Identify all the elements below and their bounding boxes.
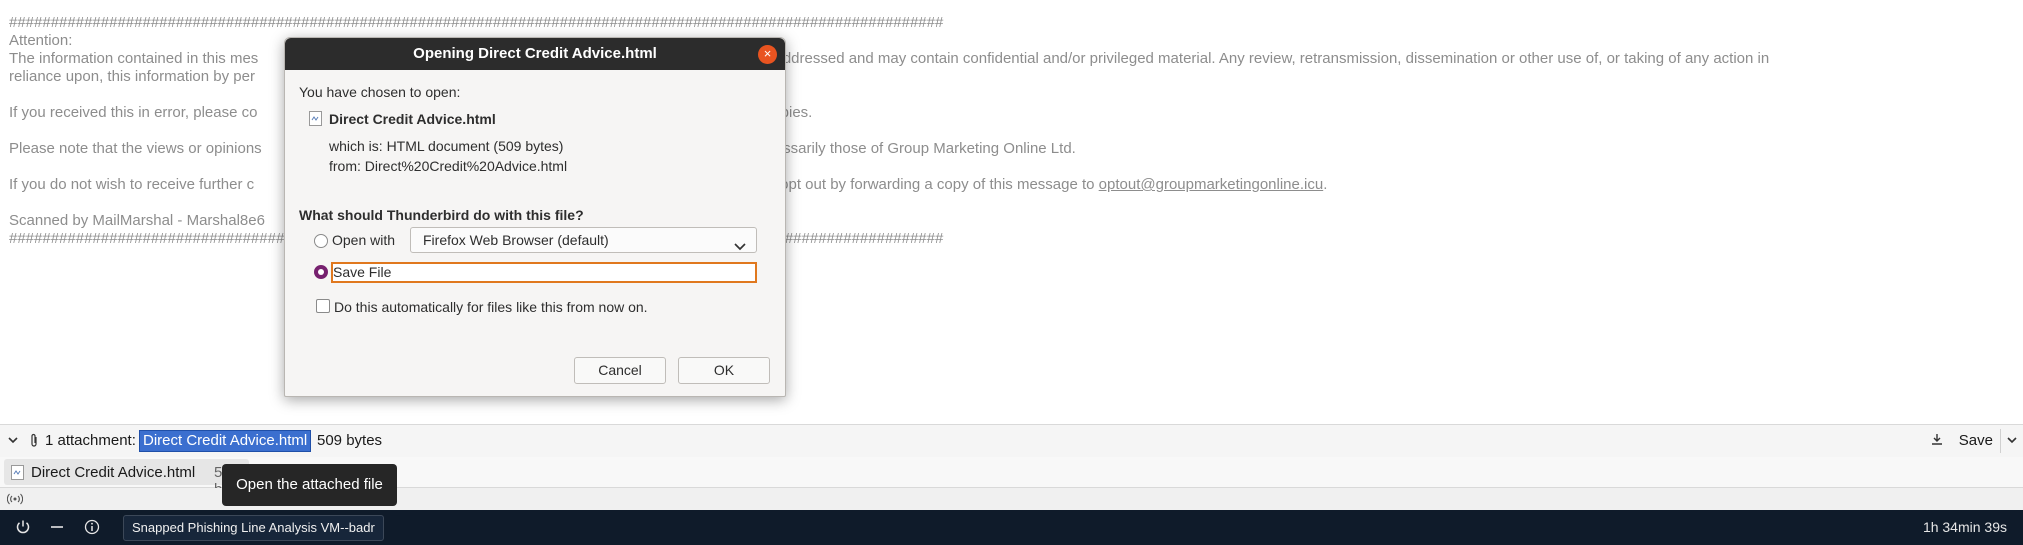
body-text: necessarily those of Group Marketing Onl… bbox=[750, 140, 1076, 157]
attachment-item-name: Direct Credit Advice.html bbox=[31, 464, 196, 481]
open-file-dialog: Opening Direct Credit Advice.html × You … bbox=[284, 37, 786, 397]
paperclip-icon bbox=[29, 433, 39, 452]
activity-icon[interactable] bbox=[6, 492, 24, 510]
ok-button[interactable]: OK bbox=[678, 357, 770, 384]
dialog-title: Opening Direct Credit Advice.html bbox=[285, 38, 785, 70]
open-with-label[interactable]: Open with bbox=[332, 232, 395, 248]
attachment-item[interactable]: Direct Credit Advice.html 509 bytes bbox=[4, 459, 250, 498]
cancel-button[interactable]: Cancel bbox=[574, 357, 666, 384]
save-file-option[interactable]: Save File bbox=[331, 262, 757, 283]
html-file-icon bbox=[11, 465, 24, 484]
body-text: If you received this in error, please co bbox=[9, 104, 258, 121]
action-question: What should Thunderbird do with this fil… bbox=[299, 207, 584, 223]
auto-action-label[interactable]: Do this automatically for files like thi… bbox=[334, 299, 648, 315]
close-icon[interactable]: × bbox=[758, 45, 777, 64]
tooltip: Open the attached file bbox=[222, 464, 397, 506]
body-text: The information contained in this mes bbox=[9, 50, 259, 67]
session-timer: 1h 34min 39s bbox=[1922, 519, 2007, 535]
taskbar: Snapped Phishing Line Analysis VM--badr … bbox=[0, 510, 2023, 545]
body-text: If you do not wish to receive further c bbox=[9, 176, 255, 193]
body-text: which it is addressed and may contain co… bbox=[705, 50, 1770, 67]
save-file-radio[interactable] bbox=[314, 265, 328, 279]
file-source: from: Direct%20Credit%20Advice.html bbox=[329, 158, 568, 174]
info-icon[interactable] bbox=[84, 519, 100, 538]
chosen-label: You have chosen to open: bbox=[299, 84, 461, 100]
save-button[interactable]: Save bbox=[1959, 432, 1993, 449]
optout-link[interactable]: optout@groupmarketingonline.icu bbox=[1099, 176, 1324, 193]
download-icon[interactable] bbox=[1931, 433, 1943, 450]
auto-action-checkbox[interactable] bbox=[316, 299, 330, 313]
minimize-icon[interactable] bbox=[50, 519, 64, 538]
attachment-bar: 1 attachment: Direct Credit Advice.html … bbox=[0, 424, 2023, 458]
attachment-size: 509 bytes bbox=[317, 432, 383, 449]
chevron-down-icon bbox=[734, 235, 746, 259]
application-select[interactable]: Firefox Web Browser (default) bbox=[410, 227, 757, 253]
application-select-value: Firefox Web Browser (default) bbox=[423, 232, 609, 248]
open-with-radio[interactable] bbox=[314, 234, 328, 248]
body-text: Please note that the views or opinions bbox=[9, 140, 262, 157]
body-text: lease opt out by forwarding a copy of th… bbox=[740, 176, 1099, 193]
file-type: which is: HTML document (509 bytes) bbox=[329, 138, 564, 154]
power-icon[interactable] bbox=[15, 519, 31, 538]
attachment-name-selected[interactable]: Direct Credit Advice.html bbox=[139, 430, 312, 452]
divider bbox=[2000, 429, 2001, 453]
chevron-down-icon[interactable] bbox=[7, 433, 19, 450]
vm-label-button[interactable]: Snapped Phishing Line Analysis VM--badr bbox=[123, 515, 384, 541]
save-file-label: Save File bbox=[333, 264, 392, 280]
chevron-down-icon[interactable] bbox=[2006, 433, 2018, 450]
hash-line: ########################################… bbox=[9, 14, 944, 31]
file-name: Direct Credit Advice.html bbox=[329, 111, 496, 127]
attachment-count: 1 attachment: bbox=[45, 432, 136, 449]
html-file-icon bbox=[309, 111, 322, 129]
